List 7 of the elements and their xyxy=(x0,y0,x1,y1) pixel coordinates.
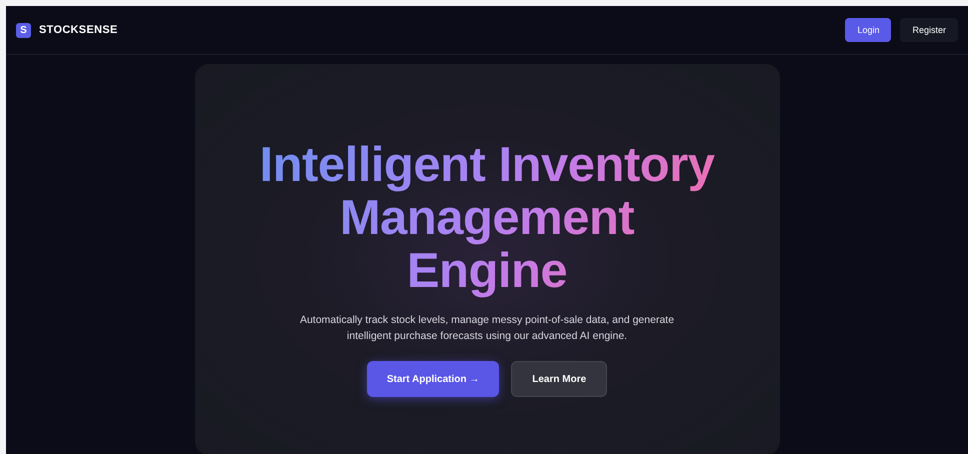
login-button[interactable]: Login xyxy=(845,18,892,42)
start-application-button[interactable]: Start Application → xyxy=(366,361,500,397)
logo-icon: S xyxy=(16,22,31,38)
hero-description: Automatically track stock levels, manage messy point-of-sale data, and generate intelligent purchase forecasts using our advanced AI engine. xyxy=(298,313,676,344)
register-button[interactable]: Register xyxy=(900,18,958,42)
learn-more-button[interactable]: Learn More xyxy=(511,361,608,397)
brand-name: STOCKSENSE xyxy=(39,24,118,36)
